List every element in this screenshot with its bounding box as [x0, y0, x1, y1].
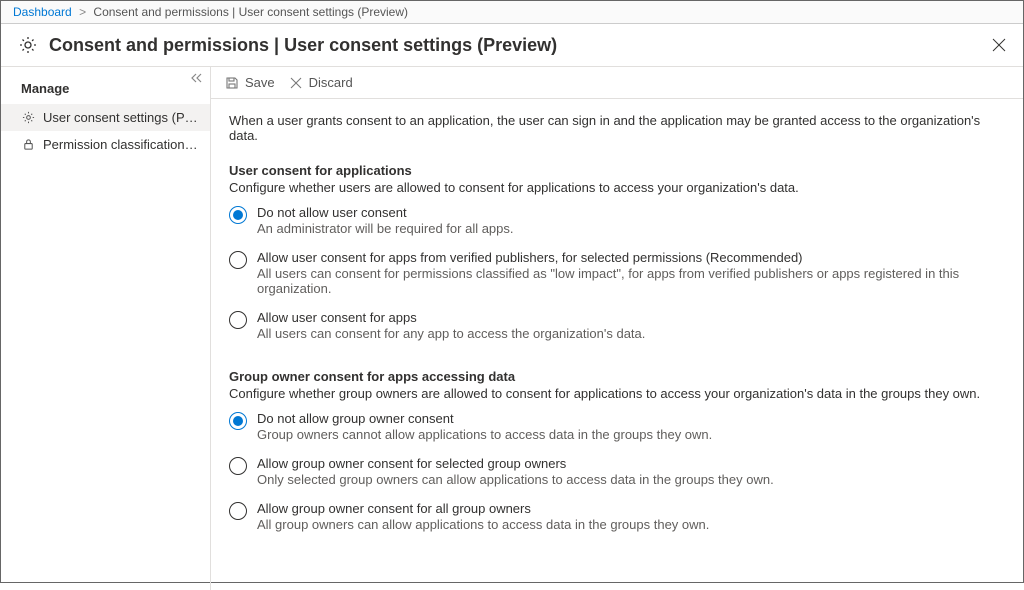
- discard-label: Discard: [309, 75, 353, 90]
- close-button[interactable]: [991, 37, 1007, 53]
- breadcrumb-root[interactable]: Dashboard: [13, 5, 72, 19]
- radio-button[interactable]: [229, 206, 247, 224]
- sidebar-item-label: Permission classifications (Previ...: [43, 137, 198, 152]
- main-content: Save Discard When a user grants consent …: [211, 67, 1023, 590]
- page-title: Consent and permissions | User consent s…: [49, 35, 991, 56]
- radio-allow-selected-group-owners[interactable]: Allow group owner consent for selected g…: [229, 456, 1005, 487]
- toolbar: Save Discard: [211, 67, 1023, 99]
- sidebar: Manage User consent settings (Preview) P…: [1, 67, 211, 590]
- discard-button[interactable]: Discard: [289, 75, 353, 90]
- save-icon: [225, 76, 239, 90]
- radio-allow-verified-publishers[interactable]: Allow user consent for apps from verifie…: [229, 250, 1005, 296]
- sidebar-item-permission-classifications[interactable]: Permission classifications (Previ...: [1, 131, 210, 158]
- radio-label: Allow user consent for apps: [257, 310, 645, 325]
- collapse-sidebar-icon[interactable]: [190, 73, 202, 86]
- lock-icon: [21, 138, 35, 152]
- radio-help: An administrator will be required for al…: [257, 221, 514, 236]
- section-user-consent-title: User consent for applications: [229, 163, 1005, 178]
- save-button[interactable]: Save: [225, 75, 275, 90]
- radio-allow-all-group-owners[interactable]: Allow group owner consent for all group …: [229, 501, 1005, 532]
- page-header: Consent and permissions | User consent s…: [1, 24, 1023, 67]
- radio-label: Allow user consent for apps from verifie…: [257, 250, 1005, 265]
- radio-label: Do not allow group owner consent: [257, 411, 712, 426]
- radio-label: Allow group owner consent for all group …: [257, 501, 709, 516]
- section-group-owner-title: Group owner consent for apps accessing d…: [229, 369, 1005, 384]
- sidebar-heading: Manage: [1, 67, 210, 104]
- sidebar-item-user-consent[interactable]: User consent settings (Preview): [1, 104, 210, 131]
- gear-icon: [17, 34, 39, 56]
- radio-button[interactable]: [229, 502, 247, 520]
- gear-icon: [21, 111, 35, 125]
- radio-label: Do not allow user consent: [257, 205, 514, 220]
- breadcrumb-current: Consent and permissions | User consent s…: [93, 5, 408, 19]
- radio-help: Only selected group owners can allow app…: [257, 472, 774, 487]
- radio-do-not-allow-user-consent[interactable]: Do not allow user consent An administrat…: [229, 205, 1005, 236]
- radio-button[interactable]: [229, 457, 247, 475]
- radio-help: Group owners cannot allow applications t…: [257, 427, 712, 442]
- discard-icon: [289, 76, 303, 90]
- intro-text: When a user grants consent to an applica…: [229, 113, 1005, 143]
- radio-help: All users can consent for any app to acc…: [257, 326, 645, 341]
- chevron-right-icon: >: [79, 5, 86, 19]
- radio-button[interactable]: [229, 311, 247, 329]
- radio-allow-user-consent[interactable]: Allow user consent for apps All users ca…: [229, 310, 1005, 341]
- radio-button[interactable]: [229, 251, 247, 269]
- section-group-owner-desc: Configure whether group owners are allow…: [229, 386, 1005, 401]
- breadcrumb: Dashboard > Consent and permissions | Us…: [1, 1, 1023, 24]
- radio-help: All group owners can allow applications …: [257, 517, 709, 532]
- sidebar-item-label: User consent settings (Preview): [43, 110, 198, 125]
- radio-button[interactable]: [229, 412, 247, 430]
- section-user-consent-desc: Configure whether users are allowed to c…: [229, 180, 1005, 195]
- save-label: Save: [245, 75, 275, 90]
- radio-do-not-allow-group-owner[interactable]: Do not allow group owner consent Group o…: [229, 411, 1005, 442]
- radio-help: All users can consent for permissions cl…: [257, 266, 1005, 296]
- radio-label: Allow group owner consent for selected g…: [257, 456, 774, 471]
